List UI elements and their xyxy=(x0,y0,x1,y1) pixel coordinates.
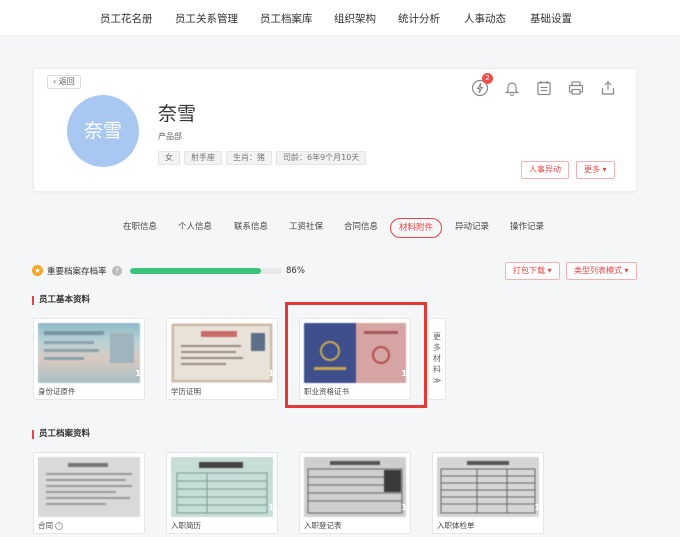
tab-employment-info[interactable]: 在职信息 xyxy=(123,218,157,238)
more-label-1: 更 xyxy=(433,332,441,341)
more-actions-button[interactable]: 更多 ▾ xyxy=(576,161,615,179)
employee-name: 奈雪 xyxy=(158,103,197,125)
doc-label: 入职登记表 xyxy=(304,521,342,530)
help-icon[interactable]: ? xyxy=(112,266,122,276)
doc-count: 1 xyxy=(268,503,274,512)
doc-label: 入职简历 xyxy=(171,521,201,530)
id-card-thumbnail xyxy=(38,323,140,383)
tab-operation-records[interactable]: 操作记录 xyxy=(510,218,544,238)
nav-org-structure[interactable]: 组织架构 xyxy=(334,11,376,26)
doc-card-registration[interactable]: 1 入职登记表 xyxy=(299,452,411,534)
notification-badge: 2 xyxy=(482,73,493,84)
profile-tags: 女 射手座 生肖：猪 司龄：6年9个月10天 xyxy=(158,151,367,165)
archive-rate-label: 重要档案存档率 xyxy=(47,267,107,277)
tab-attachments[interactable]: 材料附件 xyxy=(390,218,443,238)
gender-tag: 女 xyxy=(158,151,180,165)
basic-docs-section-title: 员工基本资料 xyxy=(32,296,90,305)
zodiac-tag: 射手座 xyxy=(184,151,222,165)
more-label-4: 料 xyxy=(433,365,441,374)
nav-statistics[interactable]: 统计分析 xyxy=(398,11,440,26)
tab-change-records[interactable]: 异动记录 xyxy=(455,218,489,238)
employee-department: 产品部 xyxy=(158,132,182,141)
doc-card-id-card[interactable]: 1 身份证原件 xyxy=(33,318,145,400)
doc-count: 1 xyxy=(534,503,540,512)
tab-contract-info[interactable]: 合同信息 xyxy=(344,218,378,238)
nav-employee-archive[interactable]: 员工档案库 xyxy=(260,11,313,26)
view-mode-button[interactable]: 类型列表模式 ▾ xyxy=(566,262,637,280)
star-icon: ★ xyxy=(32,265,43,276)
nav-basic-settings[interactable]: 基础设置 xyxy=(530,11,572,26)
tab-personal-info[interactable]: 个人信息 xyxy=(178,218,212,238)
contract-label: 合同 xyxy=(38,521,53,530)
highlight-box xyxy=(285,302,427,408)
tab-salary-insurance[interactable]: 工资社保 xyxy=(289,218,323,238)
more-label-2: 多 xyxy=(433,343,441,352)
more-materials-button[interactable]: 更 多 材 料 ≫ xyxy=(428,318,446,400)
chevron-down-icon: ≫ xyxy=(432,376,442,385)
archive-progress-fill xyxy=(130,268,261,274)
printer-icon[interactable] xyxy=(567,79,585,97)
archive-progress-bar xyxy=(130,268,282,274)
more-label-3: 材 xyxy=(433,354,441,363)
doc-label: 身份证原件 xyxy=(38,387,76,396)
calendar-icon[interactable] xyxy=(535,79,553,97)
nav-hr-updates[interactable]: 人事动态 xyxy=(464,11,506,26)
resume-thumbnail xyxy=(171,457,273,517)
tab-contact-info[interactable]: 联系信息 xyxy=(234,218,268,238)
avatar: 奈雪 xyxy=(67,95,139,167)
chinese-zodiac-tag: 生肖：猪 xyxy=(226,151,272,165)
doc-count: 1 xyxy=(401,503,407,512)
doc-card-resume[interactable]: 1 入职简历 xyxy=(166,452,278,534)
back-button[interactable]: ‹ 返回 xyxy=(47,75,81,89)
contract-thumbnail xyxy=(38,457,140,517)
medical-form-thumbnail xyxy=(437,457,539,517)
profile-card: ‹ 返回 奈雪 奈雪 产品部 女 射手座 生肖：猪 司龄：6年9个月10天 2 … xyxy=(33,68,637,192)
doc-label: 学历证明 xyxy=(171,387,201,396)
archive-rate-percent: 86% xyxy=(286,266,305,276)
nav-employee-relations[interactable]: 员工关系管理 xyxy=(175,11,238,26)
nav-employee-roster[interactable]: 员工花名册 xyxy=(100,11,153,26)
doc-label: 入职体检单 xyxy=(437,521,475,530)
registration-form-thumbnail xyxy=(304,457,406,517)
pack-download-button[interactable]: 打包下载 ▾ xyxy=(505,262,560,280)
back-label: 返回 xyxy=(58,77,75,86)
doc-count: 1 xyxy=(268,369,274,378)
doc-card-education[interactable]: 1 学历证明 xyxy=(166,318,278,400)
bell-icon[interactable] xyxy=(503,79,521,97)
file-docs-section-title: 员工档案资料 xyxy=(32,430,90,439)
tenure-tag: 司龄：6年9个月10天 xyxy=(276,151,367,165)
info-icon: ! xyxy=(55,522,64,530)
doc-count: 1 xyxy=(135,369,141,378)
personnel-change-button[interactable]: 人事异动 xyxy=(521,161,569,179)
doc-label: 合同 ! xyxy=(38,520,64,531)
doc-card-medical[interactable]: 1 入职体检单 xyxy=(432,452,544,534)
education-cert-thumbnail xyxy=(171,323,273,383)
top-nav: 员工花名册 员工关系管理 员工档案库 组织架构 统计分析 人事动态 基础设置 xyxy=(0,0,680,36)
share-icon[interactable] xyxy=(599,79,617,97)
doc-card-contract[interactable]: 合同 ! xyxy=(33,452,145,534)
